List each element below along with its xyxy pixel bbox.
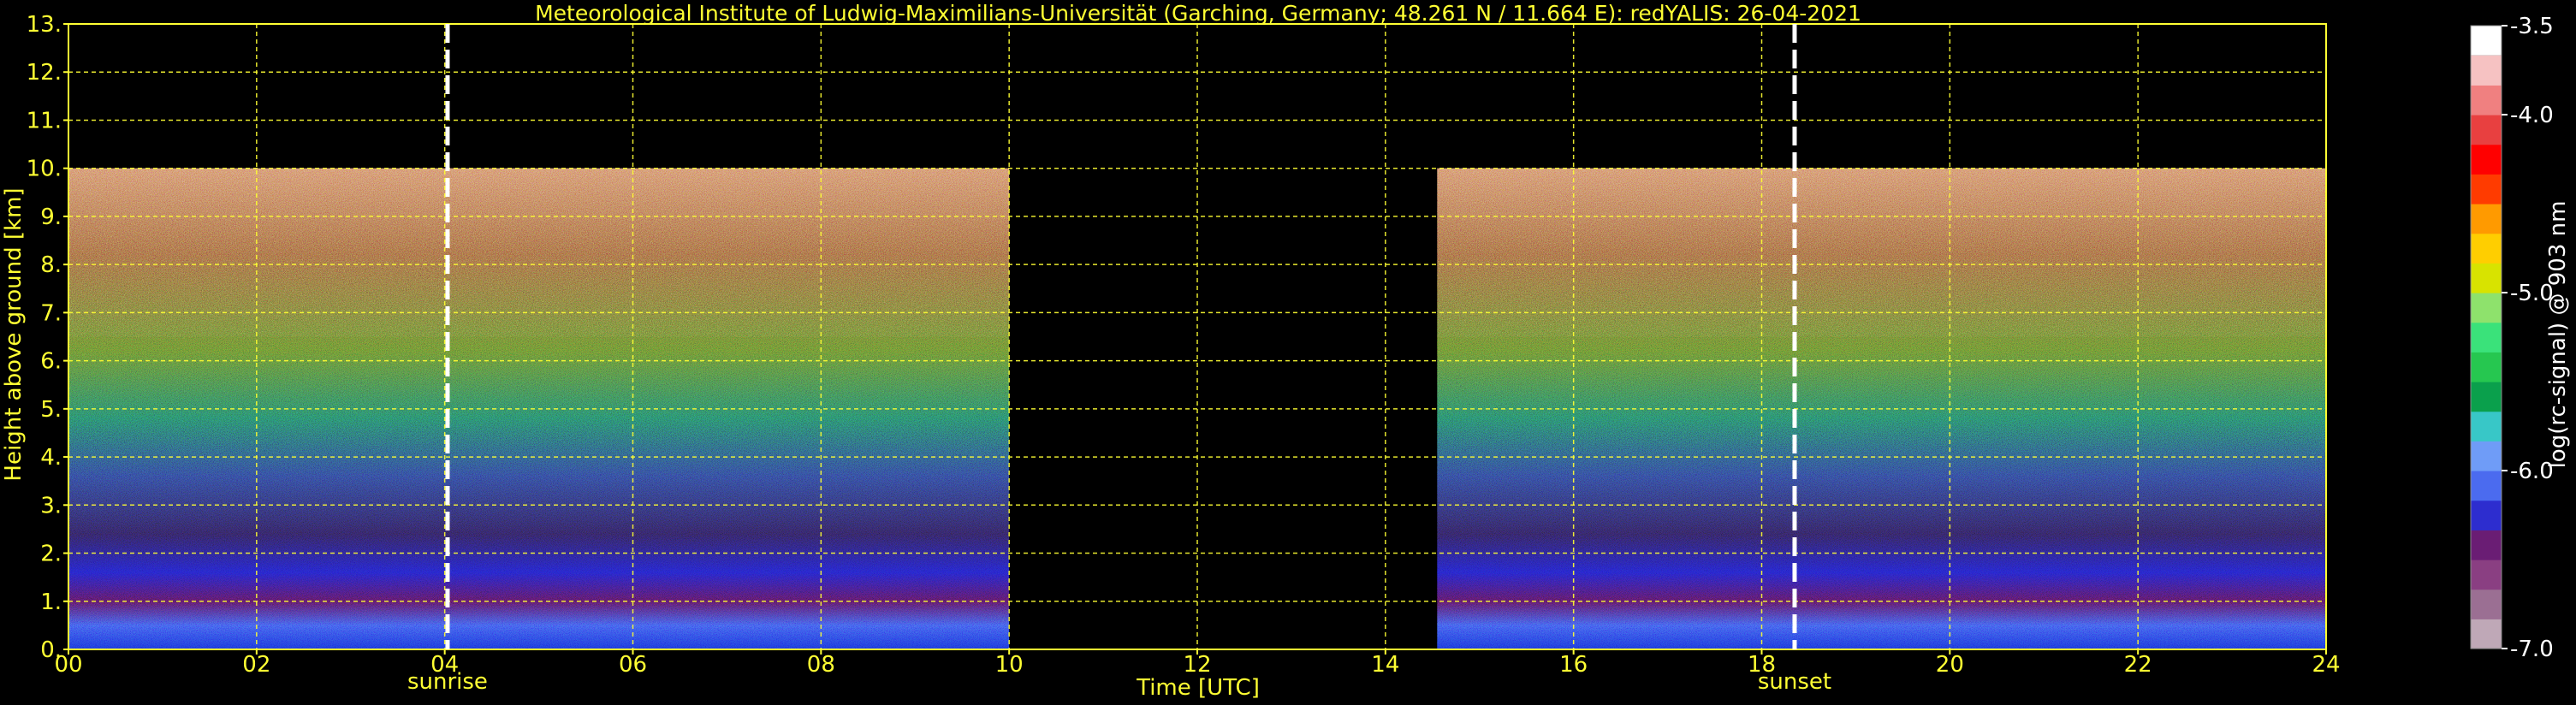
chart-title: Meteorological Institute of Ludwig-Maxim… — [535, 1, 1861, 26]
y-tick-label: 9. — [40, 204, 62, 230]
colorbar-segment — [2471, 263, 2502, 293]
colorbar-segment — [2471, 530, 2502, 560]
x-tick-label: 22 — [2124, 652, 2152, 678]
data-segment-sparkle-1 — [1437, 168, 2326, 337]
colorbar-segment — [2471, 382, 2502, 412]
x-tick-label: 00 — [54, 652, 82, 678]
y-tick-label: 8. — [40, 252, 62, 278]
x-tick-label: 08 — [807, 652, 835, 678]
x-tick-label: 10 — [995, 652, 1024, 678]
x-tick-label: 24 — [2312, 652, 2340, 678]
colorbar-segment — [2471, 115, 2502, 145]
colorbar-segment — [2471, 441, 2502, 471]
x-tick-label: 14 — [1371, 652, 1399, 678]
colorbar-segment — [2471, 85, 2502, 116]
sunset-label: sunset — [1758, 669, 1831, 695]
colorbar-segment — [2471, 322, 2502, 352]
colorbar-label: log(rc-signal) @ 903 nm — [2545, 201, 2571, 469]
colorbar-segment — [2471, 352, 2502, 382]
colorbar-segment — [2471, 55, 2502, 86]
colorbar-segment — [2471, 204, 2502, 234]
colorbar-segment — [2471, 233, 2502, 264]
y-tick-label: 10. — [27, 157, 62, 182]
ceilometer-chart: Meteorological Institute of Ludwig-Maxim… — [1, 1, 2571, 701]
y-tick-label: 11. — [27, 108, 62, 133]
y-tick-label: 7. — [40, 300, 62, 326]
colorbar-segment — [2471, 589, 2502, 619]
y-tick-label: 5. — [40, 397, 62, 423]
x-tick-label: 12 — [1183, 652, 1211, 678]
colorbar-tick-label: -5.0 — [2510, 281, 2554, 306]
y-tick-label: 4. — [40, 445, 62, 471]
x-tick-label: 16 — [1559, 652, 1588, 678]
colorbar-tick-label: -3.5 — [2510, 14, 2554, 39]
colorbar-segment — [2471, 26, 2502, 56]
y-tick-label: 3. — [40, 493, 62, 518]
colorbar-segment — [2471, 144, 2502, 175]
colorbar-segment — [2471, 500, 2502, 530]
colorbar-tick-label: -7.0 — [2510, 637, 2554, 662]
y-tick-label: 6. — [40, 349, 62, 375]
x-axis-label: Time [UTC] — [1136, 675, 1260, 701]
colorbar-segment — [2471, 619, 2502, 649]
data-segment-sparkle-0 — [68, 168, 1010, 337]
colorbar-segment — [2471, 411, 2502, 441]
x-tick-label: 06 — [619, 652, 647, 678]
colorbar-segment — [2471, 293, 2502, 323]
y-tick-label: 13. — [27, 12, 62, 38]
x-tick-label: 20 — [1936, 652, 1964, 678]
y-tick-label: 1. — [40, 589, 62, 615]
colorbar-segment — [2471, 560, 2502, 590]
y-tick-label: 2. — [40, 542, 62, 567]
colorbar-tick-label: -6.0 — [2510, 459, 2554, 484]
y-axis-label: Height above ground [km] — [1, 187, 27, 481]
colorbar-tick-label: -4.0 — [2510, 103, 2554, 128]
colorbar-segment — [2471, 174, 2502, 204]
y-tick-label: 12. — [27, 60, 62, 86]
sunrise-label: sunrise — [407, 669, 488, 695]
colorbar-segment — [2471, 471, 2502, 501]
x-tick-label: 02 — [242, 652, 270, 678]
